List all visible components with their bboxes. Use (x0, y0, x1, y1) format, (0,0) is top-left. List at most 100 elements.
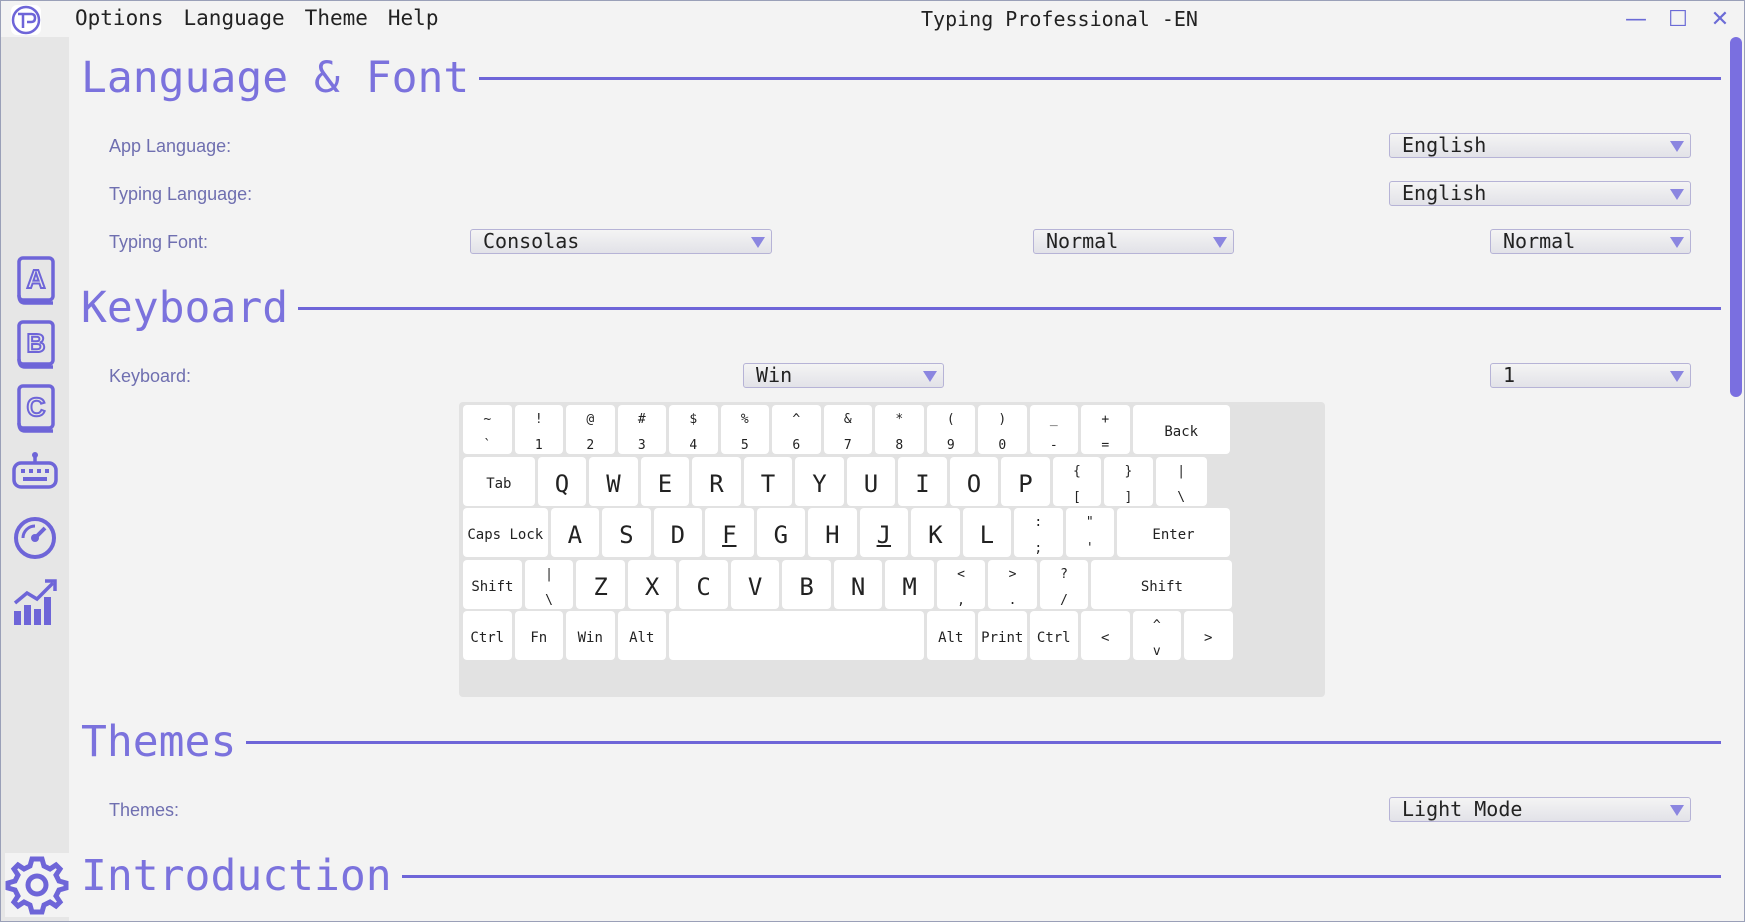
keyboard-icon[interactable] (11, 447, 59, 499)
key-h[interactable]: H (808, 508, 857, 557)
key-label: R (709, 469, 724, 498)
book-a-icon[interactable]: A (11, 255, 59, 307)
keyboard-layout-dropdown[interactable]: Win (743, 363, 944, 388)
key-back[interactable]: Back (1132, 405, 1230, 454)
key-enter[interactable]: Enter (1117, 508, 1230, 557)
key-symbol[interactable]: $4 (669, 405, 718, 454)
maximize-button[interactable]: ☐ (1663, 7, 1693, 33)
key-symbol[interactable]: | \ (1155, 456, 1207, 506)
menu-options[interactable]: Options (75, 6, 164, 30)
book-b-icon[interactable]: B (11, 319, 59, 371)
key-alt[interactable]: Alt (617, 611, 666, 660)
key-shift[interactable]: Shift (463, 559, 522, 609)
key-f[interactable]: F (705, 508, 754, 557)
key-symbol[interactable]: #3 (617, 405, 666, 454)
typing-language-dropdown[interactable]: English (1389, 181, 1691, 206)
key-w[interactable]: W (589, 456, 638, 506)
key->[interactable]: > (1184, 611, 1233, 660)
key-x[interactable]: X (627, 559, 677, 609)
menu-help[interactable]: Help (388, 6, 439, 30)
key-o[interactable]: O (949, 456, 999, 506)
speedometer-icon[interactable] (11, 511, 59, 563)
key-symbol[interactable]: }] (1104, 456, 1153, 506)
dropdown-arrow-icon (1670, 141, 1684, 152)
key-ctrl[interactable]: Ctrl (463, 611, 512, 660)
stats-chart-icon[interactable] (11, 575, 59, 627)
key-tab[interactable]: Tab (463, 456, 535, 506)
key-q[interactable]: Q (537, 456, 587, 506)
key-e[interactable]: E (640, 456, 690, 506)
font-weight-dropdown[interactable]: Normal (1033, 229, 1234, 254)
key-<[interactable]: < (1081, 611, 1130, 660)
key-symbol[interactable]: ) 0 (978, 405, 1027, 454)
key-print[interactable]: Print (978, 611, 1027, 660)
key-symbol[interactable]: " ' (1065, 508, 1115, 557)
key-c[interactable]: C (679, 559, 728, 609)
key-space[interactable] (669, 611, 924, 660)
key-symbol[interactable]: :; (1014, 508, 1063, 557)
key-symbol[interactable]: | \ (524, 559, 574, 609)
key-shift-label: ? (1060, 566, 1068, 582)
key-i[interactable]: I (898, 456, 947, 506)
key-symbol[interactable]: ^ v (1132, 611, 1181, 660)
key-symbol[interactable]: _ - (1029, 405, 1078, 454)
key-symbol[interactable]: ~ ` (463, 405, 512, 454)
key-z[interactable]: Z (576, 559, 625, 609)
key-shift-label: { (1073, 463, 1081, 479)
keyboard-variant-dropdown[interactable]: 1 (1490, 363, 1691, 388)
key-shift-label: ( (946, 412, 955, 427)
dropdown-arrow-icon (1213, 237, 1227, 248)
key-b[interactable]: B (782, 559, 831, 609)
key-symbol[interactable]: % 5 (720, 405, 769, 454)
key-n[interactable]: N (833, 559, 883, 609)
key-alt[interactable]: Alt (926, 611, 975, 660)
menu-language[interactable]: Language (184, 6, 285, 30)
key-symbol[interactable]: ^ 6 (772, 405, 821, 454)
key-g[interactable]: G (756, 508, 806, 557)
key-p[interactable]: P (1001, 456, 1050, 506)
key-caps-lock[interactable]: Caps Lock (463, 508, 548, 557)
minimize-button[interactable]: — (1621, 7, 1651, 33)
font-style-dropdown[interactable]: Normal (1490, 229, 1691, 254)
key-a[interactable]: A (550, 508, 600, 557)
themes-dropdown[interactable]: Light Mode (1389, 797, 1691, 822)
app-language-dropdown[interactable]: English (1389, 133, 1691, 158)
menu-theme[interactable]: Theme (305, 6, 368, 30)
key-s[interactable]: S (602, 508, 651, 557)
book-c-icon[interactable]: C (11, 383, 59, 435)
key-y[interactable]: Y (795, 456, 844, 506)
key-symbol[interactable]: ! 1 (514, 405, 563, 454)
key-l[interactable]: L (962, 508, 1012, 557)
typing-font-dropdown[interactable]: Consolas (470, 229, 772, 254)
key-symbol[interactable]: {[ (1052, 456, 1102, 506)
key-symbol[interactable]: + = (1081, 405, 1130, 454)
window-title: Typing Professional -EN (921, 7, 1198, 31)
key-symbol[interactable]: * 8 (875, 405, 924, 454)
vertical-scrollbar[interactable] (1726, 37, 1744, 921)
key-symbol[interactable]: (9 (926, 405, 975, 454)
key-symbol[interactable]: & 7 (823, 405, 872, 454)
scrollbar-thumb[interactable] (1730, 37, 1742, 397)
key-m[interactable]: M (885, 559, 934, 609)
key-symbol[interactable]: <, (936, 559, 986, 609)
key-k[interactable]: K (911, 508, 960, 557)
key-fn[interactable]: Fn (514, 611, 563, 660)
key-win[interactable]: Win (566, 611, 615, 660)
key-u[interactable]: U (846, 456, 896, 506)
key-shift[interactable]: Shift (1091, 559, 1233, 609)
section-keyboard: Keyboard (81, 283, 1721, 333)
key-symbol[interactable]: ? / (1039, 559, 1089, 609)
key-t[interactable]: T (743, 456, 793, 506)
key-symbol[interactable]: @2 (566, 405, 615, 454)
key-symbol[interactable]: >. (988, 559, 1037, 609)
key-ctrl[interactable]: Ctrl (1029, 611, 1078, 660)
app-language-label: App Language: (109, 136, 232, 156)
key-v[interactable]: V (730, 559, 780, 609)
key-r[interactable]: R (692, 456, 741, 506)
settings-tile[interactable] (5, 853, 69, 917)
key-base-label: 7 (843, 438, 852, 453)
key-base-label: - (1049, 438, 1058, 453)
key-d[interactable]: D (653, 508, 703, 557)
key-j[interactable]: J (859, 508, 909, 557)
close-button[interactable]: ✕ (1705, 7, 1735, 33)
